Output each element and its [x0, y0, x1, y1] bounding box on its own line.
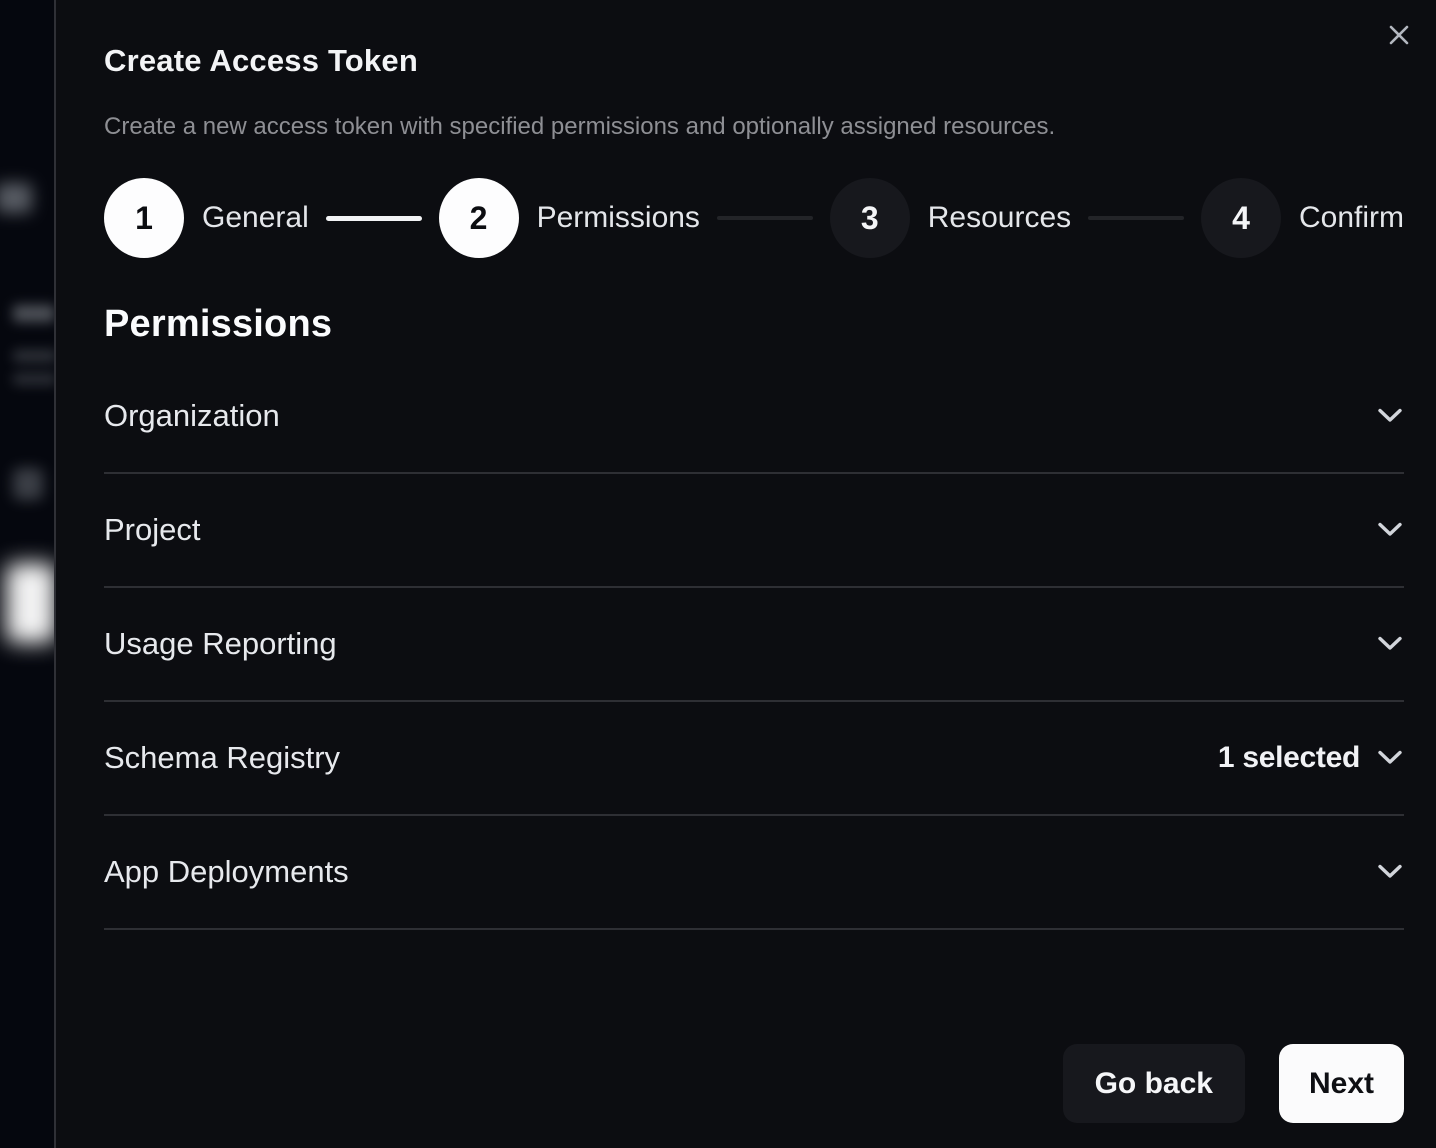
chevron-down-icon — [1376, 749, 1404, 767]
section-label: App Deployments — [104, 854, 349, 890]
step-connector — [717, 216, 813, 220]
section-row-usage-reporting[interactable]: Usage Reporting — [104, 588, 1404, 702]
permissions-heading: Permissions — [104, 302, 1404, 346]
modal-footer: Go back Next — [1063, 1044, 1404, 1123]
section-label: Schema Registry — [104, 740, 340, 776]
section-row-organization[interactable]: Organization — [104, 360, 1404, 474]
step-number-badge: 3 — [830, 178, 910, 258]
background-blur-nav-item — [0, 183, 32, 213]
step-confirm[interactable]: 4 Confirm — [1201, 178, 1404, 258]
create-access-token-modal: Create Access Token Create a new access … — [54, 0, 1436, 1148]
next-button[interactable]: Next — [1279, 1044, 1404, 1123]
chevron-down-icon — [1376, 635, 1404, 653]
step-number-badge: 2 — [439, 178, 519, 258]
step-label: Resources — [928, 201, 1071, 235]
section-label: Project — [104, 512, 200, 548]
section-row-schema-registry[interactable]: Schema Registry 1 selected — [104, 702, 1404, 816]
background-blur-text-line — [13, 305, 55, 322]
background-blur-card — [6, 563, 56, 643]
background-blur-text-line — [13, 350, 57, 362]
selection-count-badge: 1 selected — [1218, 741, 1360, 775]
step-number-badge: 1 — [104, 178, 184, 258]
step-connector — [326, 216, 422, 221]
background-blur-icon — [13, 468, 43, 500]
step-number-badge: 4 — [1201, 178, 1281, 258]
background-blur-text-line — [13, 373, 57, 385]
step-permissions[interactable]: 2 Permissions — [439, 178, 700, 258]
chevron-down-icon — [1376, 863, 1404, 881]
step-label: General — [202, 201, 309, 235]
step-resources[interactable]: 3 Resources — [830, 178, 1071, 258]
step-label: Permissions — [537, 201, 700, 235]
modal-subtitle: Create a new access token with specified… — [104, 113, 1404, 141]
step-connector — [1088, 216, 1184, 220]
step-label: Confirm — [1299, 201, 1404, 235]
close-button[interactable] — [1382, 18, 1416, 52]
stepper: 1 General 2 Permissions 3 Resources 4 Co… — [104, 178, 1404, 258]
section-label: Usage Reporting — [104, 626, 337, 662]
chevron-down-icon — [1376, 407, 1404, 425]
section-row-project[interactable]: Project — [104, 474, 1404, 588]
page-background: Create Access Token Create a new access … — [0, 0, 1436, 1148]
section-label: Organization — [104, 398, 280, 434]
chevron-down-icon — [1376, 521, 1404, 539]
modal-title: Create Access Token — [104, 44, 1404, 78]
permissions-section-list: Organization Project — [104, 360, 1404, 930]
go-back-button[interactable]: Go back — [1063, 1044, 1245, 1123]
step-general[interactable]: 1 General — [104, 178, 309, 258]
section-row-app-deployments[interactable]: App Deployments — [104, 816, 1404, 930]
close-icon — [1384, 20, 1414, 50]
